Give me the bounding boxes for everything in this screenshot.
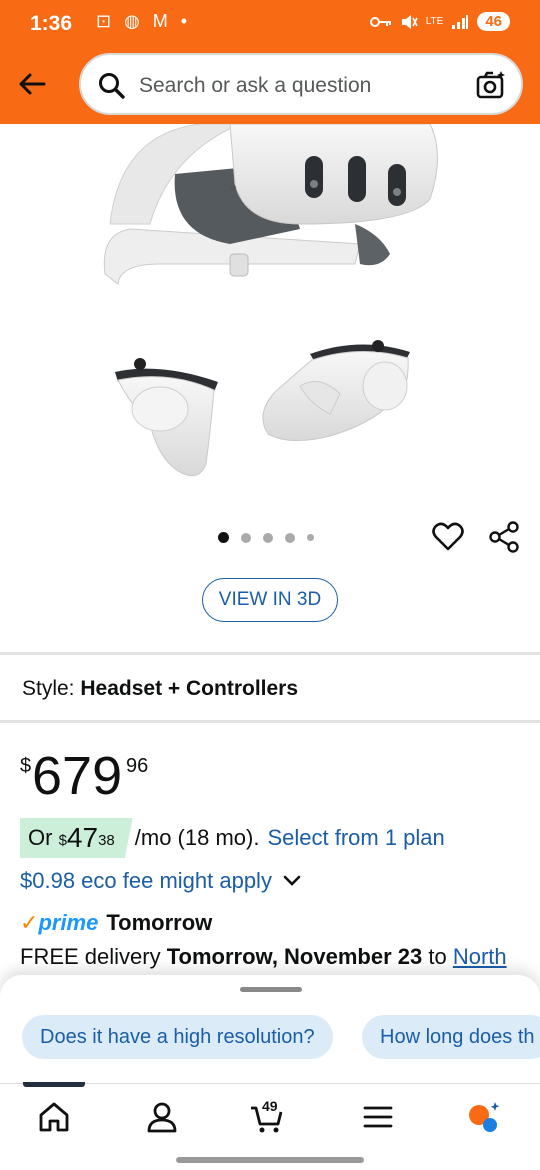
status-bar: 1:36 ⊡ ◍ M • LTE 46 — [0, 0, 540, 50]
style-label: Style: — [22, 677, 75, 700]
divider — [0, 720, 540, 723]
home-icon[interactable] — [37, 1100, 71, 1134]
mute-icon — [401, 14, 418, 29]
installment-prefix: Or — [28, 825, 53, 850]
status-time: 1:36 — [30, 12, 73, 35]
pager-dot[interactable] — [307, 534, 314, 541]
product-page: 1:36 ⊡ ◍ M • LTE 46 Search or ask a ques… — [0, 0, 540, 1170]
prime-badge: ✓ prime Tomorrow — [20, 910, 212, 936]
eco-fee-text: $0.98 eco fee might apply — [20, 868, 272, 893]
delivery-prefix: FREE delivery — [20, 944, 161, 969]
chevron-down-icon — [283, 875, 301, 886]
pager-dot[interactable] — [285, 532, 295, 543]
divider — [0, 652, 540, 655]
price-whole: 679 — [32, 746, 123, 806]
image-pager[interactable] — [218, 532, 314, 543]
installment-fraction: 38 — [98, 831, 115, 849]
notification-icons: ⊡ ◍ M • — [96, 11, 192, 31]
delivery-to: to — [428, 944, 447, 969]
pager-dot[interactable] — [263, 532, 273, 543]
delivery-date: Tomorrow, November 23 — [166, 944, 423, 969]
nav-active-indicator — [23, 1082, 85, 1087]
installment-whole: 47 — [66, 822, 99, 853]
prime-check-icon: ✓ — [20, 910, 39, 935]
pager-dot[interactable] — [218, 532, 229, 543]
sheet-handle[interactable] — [240, 987, 302, 992]
cart-count: 49 — [262, 1098, 278, 1114]
prime-speed: Tomorrow — [106, 910, 213, 935]
price-currency: $ — [20, 755, 32, 777]
questions-sheet: Does it have a high resolution? How long… — [0, 975, 540, 1085]
style-value: Headset + Controllers — [80, 677, 299, 700]
installment-offer: Or $47 38 /mo (18 mo). Select from 1 plan — [20, 818, 445, 858]
status-right: LTE 46 — [369, 12, 510, 31]
price-fraction: 96 — [126, 755, 149, 777]
camera-search-icon[interactable] — [475, 69, 507, 101]
menu-icon[interactable] — [361, 1100, 395, 1134]
installment-suffix: /mo (18 mo). — [134, 825, 260, 850]
network-type: LTE — [425, 16, 444, 27]
vpn-key-icon — [369, 16, 391, 27]
back-arrow-icon[interactable] — [14, 66, 50, 102]
select-plan-link[interactable]: Select from 1 plan — [267, 825, 444, 851]
question-chip[interactable]: How long does th — [362, 1015, 540, 1059]
view-in-3d-button[interactable]: VIEW IN 3D — [202, 578, 338, 622]
prime-logo: prime — [38, 910, 99, 935]
heart-icon[interactable] — [431, 520, 465, 554]
installment-currency: $ — [58, 831, 67, 849]
delivery-info: FREE delivery Tomorrow, November 23 to N… — [20, 944, 507, 970]
system-home-indicator[interactable] — [176, 1157, 364, 1163]
question-chip[interactable]: Does it have a high resolution? — [22, 1015, 333, 1059]
installment-badge: Or $47 38 — [20, 818, 133, 858]
battery-level: 46 — [477, 12, 510, 31]
rufus-icon[interactable] — [467, 1100, 501, 1134]
account-icon[interactable] — [145, 1100, 179, 1134]
style-selector[interactable]: Style: Headset + Controllers — [22, 677, 298, 701]
search-icon — [99, 73, 125, 99]
eco-fee-toggle[interactable]: $0.98 eco fee might apply — [20, 868, 302, 894]
signal-icon — [452, 14, 469, 29]
product-image[interactable] — [0, 124, 540, 524]
pager-dot[interactable] — [241, 532, 251, 543]
top-bar: 1:36 ⊡ ◍ M • LTE 46 Search or ask a ques… — [0, 0, 540, 124]
share-icon[interactable] — [487, 520, 521, 554]
search-placeholder: Search or ask a question — [139, 74, 372, 97]
search-bar[interactable]: Search or ask a question — [79, 53, 523, 115]
delivery-location-link[interactable]: North — [453, 944, 507, 969]
